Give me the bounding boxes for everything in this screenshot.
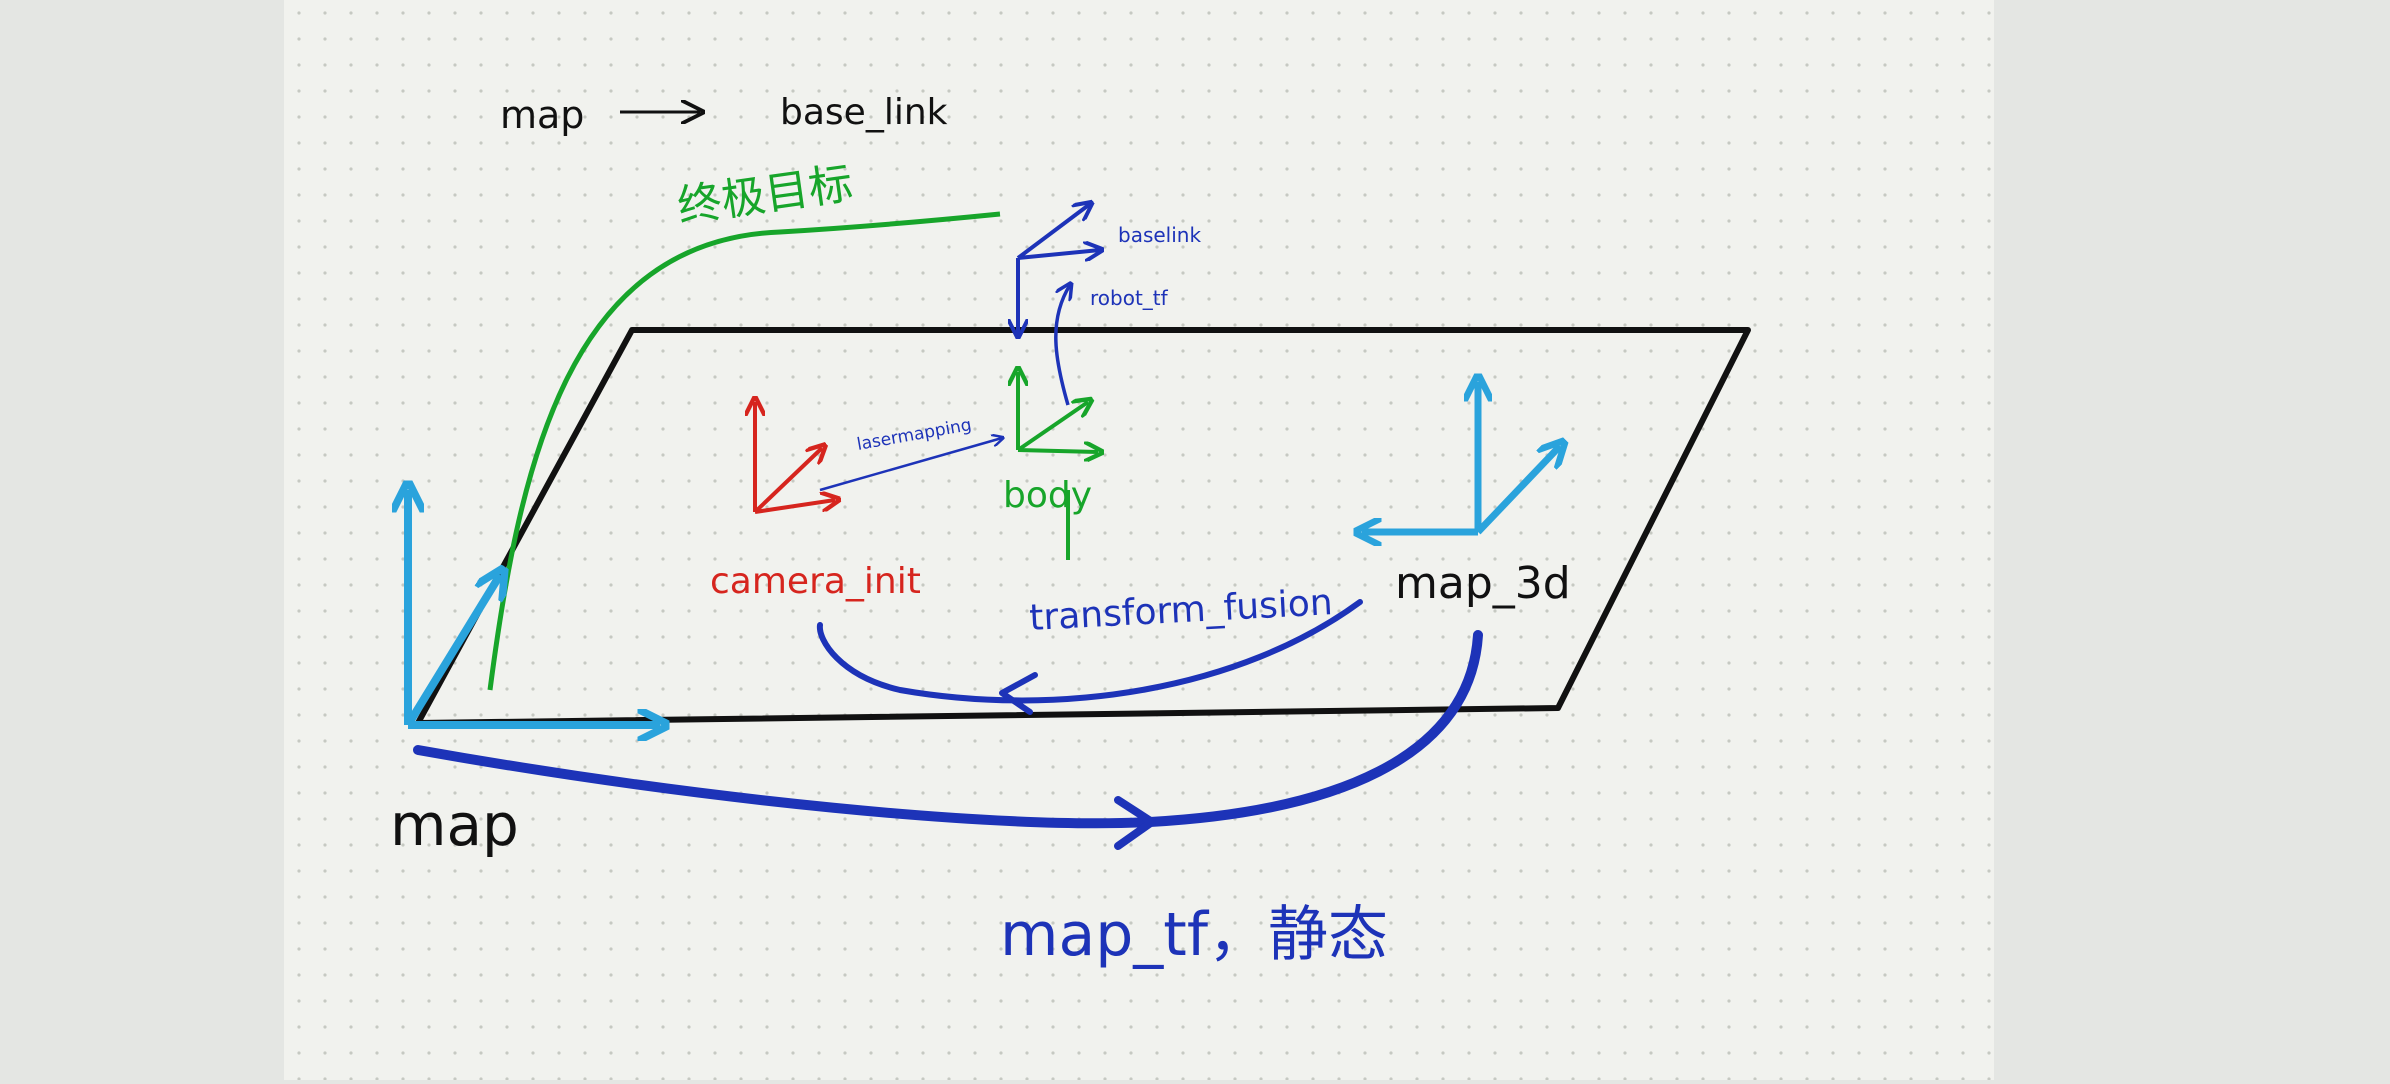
robot-tf-label: robot_tf [1090,286,1169,310]
baselink-frame-label: baselink [1118,223,1201,247]
tf-frame-diagram: map base_link 终极目标 map map_tf，静态 map_3d … [284,0,1994,1080]
header-from-label: map [500,93,584,137]
photo-stage: map base_link 终极目标 map map_tf，静态 map_3d … [0,0,2390,1080]
body-frame-label: body [1003,475,1092,516]
map-frame-label: map [390,791,519,859]
camera-init-frame-label: camera_init [710,561,921,602]
map-3d-frame-label: map_3d [1395,558,1571,609]
header-to-label: base_link [780,92,948,133]
map-tf-label: map_tf，静态 [1000,900,1388,970]
